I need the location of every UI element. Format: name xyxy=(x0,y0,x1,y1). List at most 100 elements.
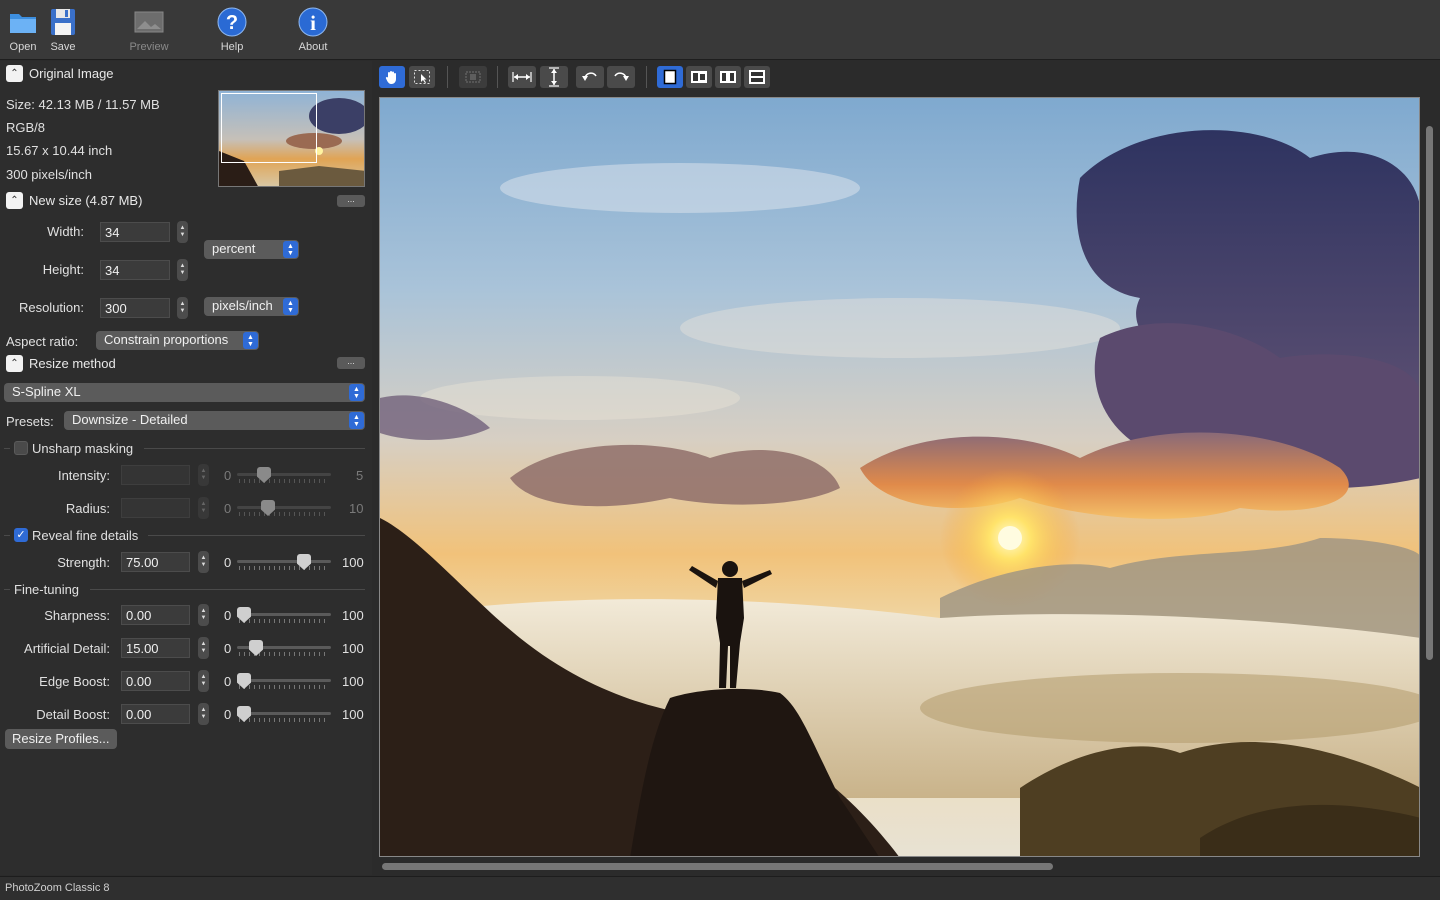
intensity-stepper: ▲ ▼ xyxy=(198,464,209,486)
radius-field xyxy=(121,498,190,518)
presets-value: Downsize - Detailed xyxy=(72,412,188,427)
single-pane-icon xyxy=(663,69,677,85)
artificial-detail-min: 0 xyxy=(224,641,232,656)
detail-boost-slider[interactable] xyxy=(237,704,331,724)
artificial-detail-stepper[interactable]: ▲ ▼ xyxy=(198,637,209,659)
sharpness-slider[interactable] xyxy=(237,605,331,625)
aspect-ratio-select[interactable]: Constrain proportions ▲ ▼ xyxy=(96,331,259,350)
collapse-icon[interactable]: ⌃ xyxy=(6,192,23,209)
resolution-stepper[interactable]: ▲ ▼ xyxy=(177,297,188,319)
size-unit-select[interactable]: percent ▲ ▼ xyxy=(204,240,299,259)
detail-boost-min: 0 xyxy=(224,707,232,722)
collapse-icon[interactable]: ⌃ xyxy=(6,355,23,372)
hand-icon xyxy=(385,71,396,84)
new-size-title: New size (4.87 MB) xyxy=(29,193,143,208)
radius-label: Radius: xyxy=(65,501,110,516)
resolution-field[interactable]: 300 xyxy=(100,298,170,318)
resolution-unit-select[interactable]: pixels/inch ▲ ▼ xyxy=(204,297,299,316)
split-view-button[interactable] xyxy=(686,66,712,88)
stacked-view-button[interactable] xyxy=(744,66,770,88)
height-field[interactable]: 34 xyxy=(100,260,170,280)
presets-select[interactable]: Downsize - Detailed ▲ ▼ xyxy=(64,411,365,430)
navigator-thumbnail[interactable] xyxy=(218,90,365,187)
sharpness-stepper[interactable]: ▲ ▼ xyxy=(198,604,209,626)
selection-tool-button[interactable] xyxy=(409,66,435,88)
reveal-fine-details-checkbox[interactable]: ✓ xyxy=(14,528,28,542)
edge-boost-field[interactable]: 0.00 xyxy=(121,671,190,691)
strength-slider[interactable] xyxy=(237,552,331,572)
preview-label: Preview xyxy=(129,41,169,53)
detail-boost-field[interactable]: 0.00 xyxy=(121,704,190,724)
rotate-cw-icon xyxy=(614,72,629,81)
strength-max: 100 xyxy=(342,555,364,570)
crop-tool-button[interactable] xyxy=(459,66,487,88)
fit-height-button[interactable] xyxy=(540,66,568,88)
fit-width-button[interactable] xyxy=(508,66,536,88)
rotate-left-button[interactable] xyxy=(576,66,604,88)
unsharp-masking-checkbox[interactable] xyxy=(14,441,28,455)
height-stepper[interactable]: ▲ ▼ xyxy=(177,259,188,281)
split-pane-icon xyxy=(691,71,707,83)
chevron-updown-icon: ▲ ▼ xyxy=(349,412,364,429)
original-image-header[interactable]: ⌃ Original Image xyxy=(6,65,114,82)
collapse-icon[interactable]: ⌃ xyxy=(6,65,23,82)
horizontal-scrollbar[interactable] xyxy=(382,863,1053,870)
chevron-updown-icon: ▲ ▼ xyxy=(283,298,298,315)
rotate-ccw-icon xyxy=(582,72,597,81)
resize-method-header[interactable]: ⌃ Resize method xyxy=(6,355,116,372)
divider xyxy=(144,448,365,449)
divider xyxy=(4,535,10,536)
chevron-updown-icon: ▲ ▼ xyxy=(283,241,298,258)
image-preview[interactable] xyxy=(379,97,1420,857)
vertical-scrollbar[interactable] xyxy=(1426,126,1433,660)
help-icon: ? xyxy=(217,7,247,37)
sharpness-min: 0 xyxy=(224,608,232,623)
intensity-max: 5 xyxy=(356,468,364,483)
preview-button[interactable]: Preview xyxy=(121,6,177,53)
preview-icon xyxy=(134,11,164,33)
side-by-side-button[interactable] xyxy=(715,66,741,88)
artificial-detail-label: Artificial Detail: xyxy=(24,641,110,656)
marquee-select-icon xyxy=(414,70,430,84)
strength-field[interactable]: 75.00 xyxy=(121,552,190,572)
resize-method-more-button[interactable]: ... xyxy=(337,357,365,369)
edge-boost-stepper[interactable]: ▲ ▼ xyxy=(198,670,209,692)
save-button[interactable]: Save xyxy=(35,6,91,53)
visible-region-frame[interactable] xyxy=(221,93,317,163)
sharpness-field[interactable]: 0.00 xyxy=(121,605,190,625)
strength-min: 0 xyxy=(224,555,232,570)
artificial-detail-field[interactable]: 15.00 xyxy=(121,638,190,658)
detail-boost-stepper[interactable]: ▲ ▼ xyxy=(198,703,209,725)
artificial-detail-slider[interactable] xyxy=(237,638,331,658)
intensity-min: 0 xyxy=(224,468,232,483)
toolbar-divider xyxy=(447,66,448,88)
edge-boost-slider[interactable] xyxy=(237,671,331,691)
open-label: Open xyxy=(9,41,37,53)
width-stepper[interactable]: ▲ ▼ xyxy=(177,221,188,243)
algorithm-value: S-Spline XL xyxy=(12,384,81,399)
artificial-detail-max: 100 xyxy=(342,641,364,656)
radius-min: 0 xyxy=(224,501,232,516)
floppy-disk-icon xyxy=(51,9,75,35)
single-view-button[interactable] xyxy=(657,66,683,88)
vertical-arrows-icon xyxy=(549,67,559,87)
new-size-header[interactable]: ⌃ New size (4.87 MB) xyxy=(6,192,142,209)
resize-method-title: Resize method xyxy=(29,356,116,371)
edge-boost-label: Edge Boost: xyxy=(39,674,110,689)
new-size-more-button[interactable]: ... xyxy=(337,195,365,207)
toolbar-divider xyxy=(646,66,647,88)
algorithm-select[interactable]: S-Spline XL ▲ ▼ xyxy=(4,383,365,402)
about-button[interactable]: i About xyxy=(285,6,341,53)
hand-tool-button[interactable] xyxy=(379,66,405,88)
intensity-label: Intensity: xyxy=(57,468,110,483)
main-toolbar: Open Save Preview ? Help i About xyxy=(0,0,1440,60)
resize-profiles-button[interactable]: Resize Profiles... xyxy=(5,729,117,749)
divider xyxy=(4,589,10,590)
side-by-side-icon xyxy=(720,71,736,83)
help-button[interactable]: ? Help xyxy=(204,6,260,53)
width-field[interactable]: 34 xyxy=(100,222,170,242)
strength-stepper[interactable]: ▲ ▼ xyxy=(198,551,209,573)
sharpness-max: 100 xyxy=(342,608,364,623)
divider xyxy=(4,448,10,449)
rotate-right-button[interactable] xyxy=(607,66,635,88)
